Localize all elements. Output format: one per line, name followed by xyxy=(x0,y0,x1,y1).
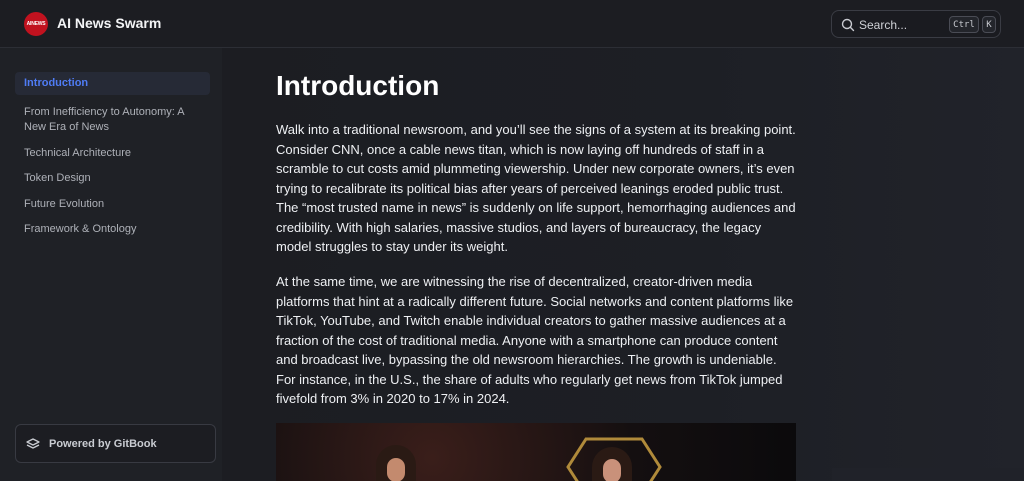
search-button[interactable]: Search... Ctrl K xyxy=(831,10,1001,38)
search-icon xyxy=(841,18,855,32)
top-header: AINEWS AI News Swarm Search... Ctrl K xyxy=(0,0,1024,48)
intro-paragraph-1: Walk into a traditional newsroom, and yo… xyxy=(276,122,796,254)
powered-by-gitbook-link[interactable]: Powered by GitBook xyxy=(15,424,216,463)
content-edge-panel xyxy=(832,468,1024,481)
sidebar-item-framework-ontology[interactable]: Framework & Ontology xyxy=(15,218,210,241)
anchor-face-right xyxy=(603,459,621,481)
hero-image xyxy=(276,423,796,481)
site-title[interactable]: AI News Swarm xyxy=(57,15,161,31)
shortcut-ctrl-key: Ctrl xyxy=(949,16,979,33)
sidebar-item-technical-architecture[interactable]: Technical Architecture xyxy=(15,142,210,165)
sidebar-item-inefficiency-to-autonomy[interactable]: From Inefficiency to Autonomy: A New Era… xyxy=(15,101,210,139)
anchor-face-left xyxy=(387,458,405,481)
sidebar-item-introduction[interactable]: Introduction xyxy=(15,72,210,95)
gitbook-icon xyxy=(26,438,40,449)
main-content: Introduction Walk into a traditional new… xyxy=(222,48,1024,481)
search-label: Search... xyxy=(859,18,908,32)
page-title: Introduction xyxy=(276,70,440,101)
sidebar-item-future-evolution[interactable]: Future Evolution xyxy=(15,193,210,216)
sidebar-item-token-design[interactable]: Token Design xyxy=(15,167,210,190)
logo[interactable]: AINEWS xyxy=(24,12,48,36)
sidebar: Introduction From Inefficiency to Autono… xyxy=(0,48,222,481)
intro-paragraph-2: At the same time, we are witnessing the … xyxy=(276,274,794,406)
powered-by-label: Powered by GitBook xyxy=(49,438,157,450)
shortcut-k-key: K xyxy=(982,16,996,33)
